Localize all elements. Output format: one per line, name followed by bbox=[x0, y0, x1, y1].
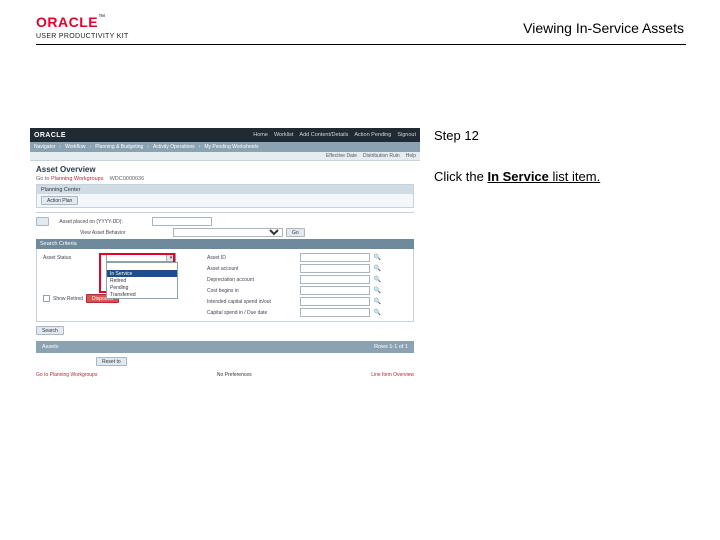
app-topbar: ORACLE Home Worklist Add Content/Details… bbox=[30, 128, 420, 142]
app-screenshot: ORACLE Home Worklist Add Content/Details… bbox=[30, 128, 420, 346]
top-menu-add[interactable]: Add Content/Details bbox=[299, 132, 348, 138]
search-criteria-header: Search Criteria bbox=[36, 239, 414, 249]
asset-id-input[interactable] bbox=[300, 253, 370, 262]
results-count: Rows 1-1 of 1 bbox=[374, 344, 408, 350]
instruction-post: list item. bbox=[549, 169, 600, 184]
logo-subtitle: USER PRODUCTIVITY KIT bbox=[36, 33, 129, 40]
cap-spend-label: Intended capital spend in/out bbox=[207, 299, 297, 305]
search-criteria-body: Asset Status ▾ In Service Retired Pendin… bbox=[36, 249, 414, 322]
planning-center-header: Planning Center bbox=[37, 185, 413, 194]
step-label: Step 12 bbox=[434, 128, 684, 143]
tab-effective-date[interactable]: Effective Date bbox=[326, 153, 357, 159]
top-menu-pending[interactable]: Action Pending bbox=[354, 132, 391, 138]
crumb-1[interactable]: Workflow bbox=[65, 144, 85, 150]
sub-breadcrumb: Go to Planning Workgroups WDC0000036 bbox=[30, 176, 420, 184]
reset-button[interactable]: Reset to bbox=[96, 357, 127, 366]
trademark: ™ bbox=[98, 14, 105, 21]
instruction-panel: Step 12 Click the In Service list item. bbox=[434, 128, 684, 184]
depr-account-label: Depreciation account bbox=[207, 277, 297, 283]
app-brand: ORACLE bbox=[34, 132, 66, 139]
status-opt-transferred[interactable]: Transferred bbox=[107, 291, 177, 298]
crumb-2[interactable]: Planning & Budgeting bbox=[95, 144, 143, 150]
cost-begins-input[interactable] bbox=[300, 286, 370, 295]
crumb-4[interactable]: My Pending Worksheets bbox=[204, 144, 258, 150]
footer-right-link[interactable]: Line Item Overview bbox=[371, 372, 414, 378]
asset-status-label: Asset Status bbox=[43, 255, 103, 261]
crumb2-pre: Go to bbox=[36, 176, 51, 182]
search-icon[interactable]: 🔍 bbox=[373, 297, 382, 306]
results-title: Assets bbox=[42, 344, 59, 350]
search-icon[interactable]: 🔍 bbox=[373, 264, 382, 273]
footer-left-link[interactable]: Go to Planning Workgroups bbox=[36, 372, 97, 378]
asset-account-label: Asset account bbox=[207, 266, 297, 272]
show-retired-checkbox[interactable] bbox=[43, 295, 50, 302]
search-icon[interactable]: 🔍 bbox=[373, 253, 382, 262]
footer-mid: No Preferences bbox=[217, 372, 252, 378]
instruction-target: In Service bbox=[487, 169, 548, 184]
search-button[interactable]: Search bbox=[36, 326, 64, 335]
search-icon[interactable]: 🔍 bbox=[373, 275, 382, 284]
instruction-text: Click the In Service list item. bbox=[434, 169, 684, 184]
crumb2-link[interactable]: Planning Workgroups bbox=[51, 176, 103, 182]
tab-help[interactable]: Help bbox=[406, 153, 416, 159]
cost-begins-label: Cost begins in bbox=[207, 288, 297, 294]
footer-links: Go to Planning Workgroups No Preferences… bbox=[36, 372, 414, 378]
show-retired-label: Show Retired bbox=[53, 296, 83, 302]
asset-date-label: Asset placed on (YYYY-DD): bbox=[59, 219, 149, 225]
asset-date-input[interactable] bbox=[152, 217, 212, 226]
logo-word: ORACLE bbox=[36, 14, 98, 30]
cap-spend-input[interactable] bbox=[300, 297, 370, 306]
view-behavior-label: View Asset Behavior bbox=[80, 230, 170, 236]
secondary-button[interactable] bbox=[36, 217, 49, 226]
asset-account-input[interactable] bbox=[300, 264, 370, 273]
planning-center-panel: Planning Center Action Plan bbox=[36, 184, 414, 208]
page-title: Viewing In-Service Assets bbox=[523, 20, 684, 36]
instruction-pre: Click the bbox=[434, 169, 487, 184]
crumb-3[interactable]: Activity Operations bbox=[153, 144, 195, 150]
action-plan-button[interactable]: Action Plan bbox=[41, 196, 78, 205]
asset-status-list: In Service Retired Pending Transferred bbox=[106, 262, 178, 299]
header-divider bbox=[36, 44, 686, 45]
top-menu-home[interactable]: Home bbox=[253, 132, 268, 138]
chevron-down-icon[interactable]: ▾ bbox=[166, 254, 175, 261]
tab-distribution[interactable]: Distribution Ruin bbox=[363, 153, 400, 159]
status-opt-retired[interactable]: Retired bbox=[107, 277, 177, 284]
status-opt-blank[interactable] bbox=[107, 263, 177, 270]
go-button[interactable]: Go bbox=[286, 228, 305, 237]
cap-due-label: Capital spend in / Due date bbox=[207, 310, 297, 316]
crumb2-id: WDC0000036 bbox=[110, 176, 145, 182]
tab-strip: Effective Date Distribution Ruin Help bbox=[30, 152, 420, 161]
status-opt-in-service[interactable]: In Service bbox=[107, 270, 177, 277]
breadcrumb: Navigator› Workflow› Planning & Budgetin… bbox=[30, 142, 420, 152]
asset-id-label: Asset ID bbox=[207, 255, 297, 261]
divider bbox=[36, 212, 414, 213]
crumb-0[interactable]: Navigator bbox=[34, 144, 55, 150]
top-menu: Home Worklist Add Content/Details Action… bbox=[253, 132, 416, 138]
oracle-logo: ORACLE™ USER PRODUCTIVITY KIT bbox=[36, 14, 129, 40]
top-menu-signout[interactable]: Signout bbox=[397, 132, 416, 138]
status-opt-pending[interactable]: Pending bbox=[107, 284, 177, 291]
asset-status-dropdown[interactable]: ▾ In Service Retired Pending Transferred bbox=[106, 253, 176, 262]
top-menu-worklist[interactable]: Worklist bbox=[274, 132, 293, 138]
search-icon[interactable]: 🔍 bbox=[373, 308, 382, 317]
view-behavior-select[interactable] bbox=[173, 228, 283, 237]
search-icon[interactable]: 🔍 bbox=[373, 286, 382, 295]
content-heading: Asset Overview bbox=[30, 161, 420, 176]
cap-due-input[interactable] bbox=[300, 308, 370, 317]
results-header: Assets Rows 1-1 of 1 bbox=[36, 341, 414, 353]
depr-account-input[interactable] bbox=[300, 275, 370, 284]
